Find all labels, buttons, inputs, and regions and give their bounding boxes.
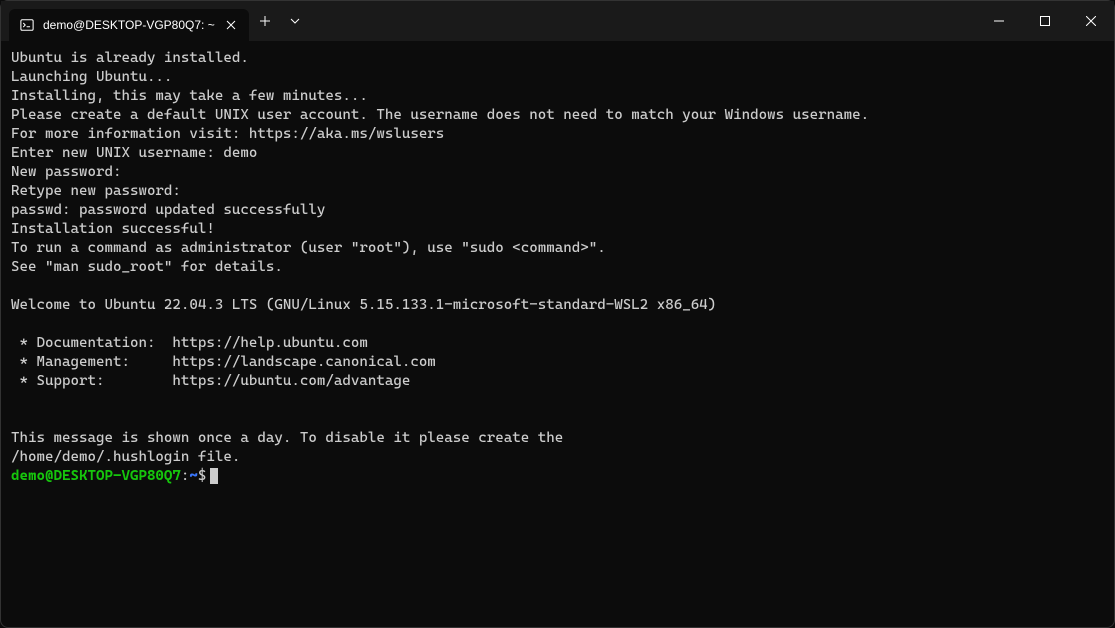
tab-close-button[interactable] (223, 17, 239, 33)
prompt-user-host: demo@DESKTOP-VGP80Q7 (11, 468, 181, 484)
minimize-button[interactable] (976, 1, 1022, 41)
prompt-path: ~ (189, 468, 198, 484)
active-tab[interactable]: demo@DESKTOP-VGP80Q7: ~ (9, 9, 249, 41)
terminal-lines: Ubuntu is already installed. Launching U… (11, 49, 1104, 467)
maximize-button[interactable] (1022, 1, 1068, 41)
terminal-output[interactable]: Ubuntu is already installed. Launching U… (1, 41, 1114, 494)
tab-title: demo@DESKTOP-VGP80Q7: ~ (43, 18, 215, 32)
terminal-icon (19, 17, 35, 33)
prompt-dollar: $ (198, 468, 207, 484)
titlebar-drag-area[interactable] (309, 1, 976, 41)
close-button[interactable] (1068, 1, 1114, 41)
tab-dropdown-button[interactable] (281, 5, 309, 37)
new-tab-button[interactable] (249, 5, 281, 37)
window-controls (976, 1, 1114, 41)
cursor (210, 468, 218, 484)
titlebar: demo@DESKTOP-VGP80Q7: ~ (1, 1, 1114, 41)
